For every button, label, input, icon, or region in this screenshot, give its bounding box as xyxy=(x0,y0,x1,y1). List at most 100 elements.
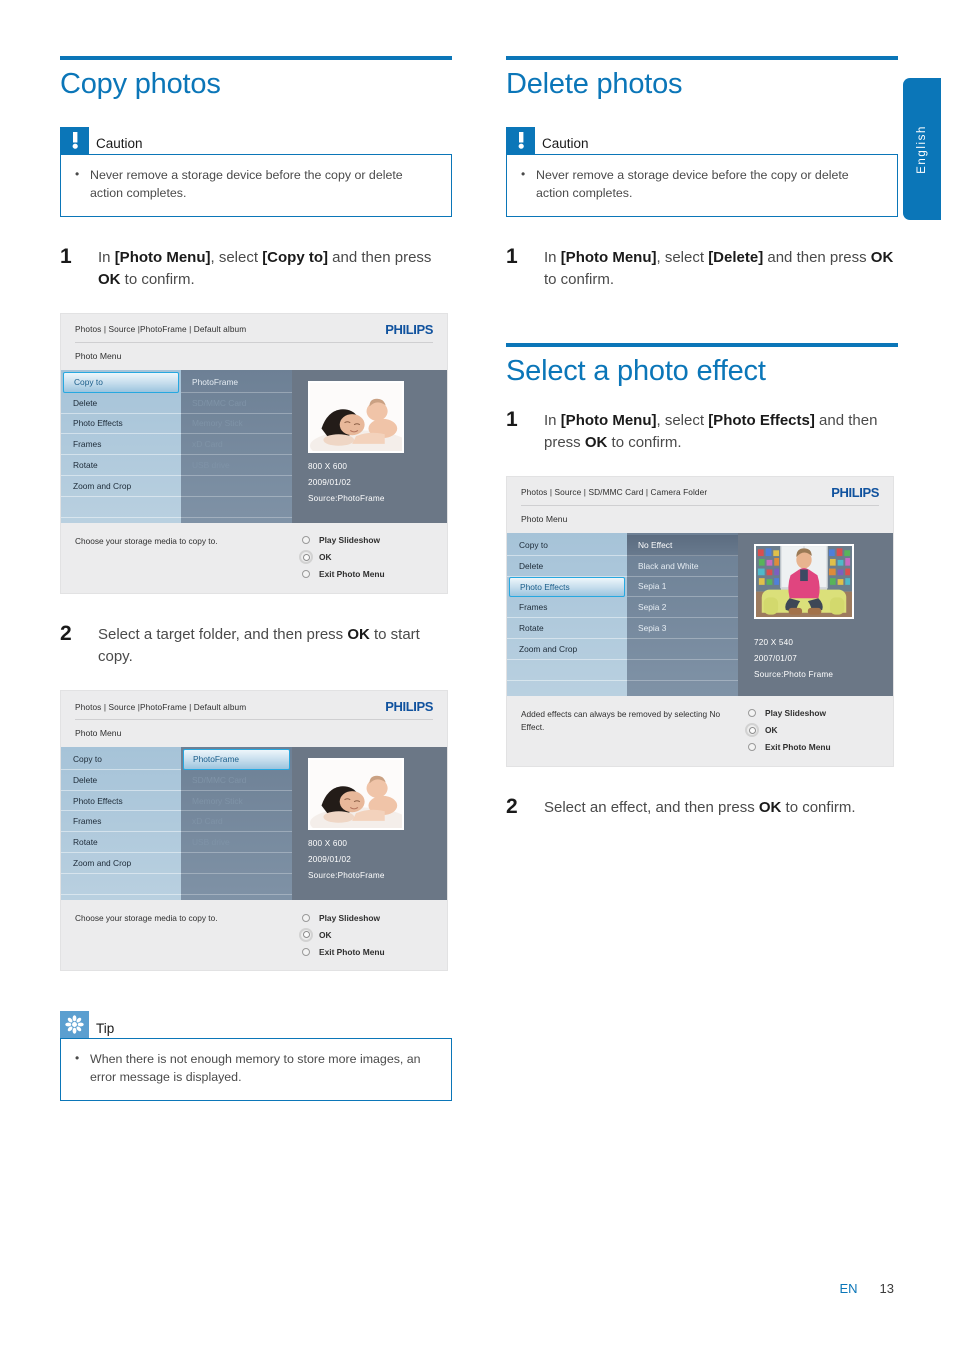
target-item-photoframe[interactable]: PhotoFrame xyxy=(183,749,290,770)
step-text-part: In xyxy=(544,248,561,266)
step-text-part: Select a target folder, and then press xyxy=(98,625,348,643)
step-text-part: [Copy to] xyxy=(262,248,329,266)
action-ok[interactable]: OK xyxy=(299,549,435,566)
target-item-empty xyxy=(181,874,292,895)
action-ok[interactable]: OK xyxy=(299,926,435,943)
page-title-delete-photos: Delete photos xyxy=(506,68,683,100)
step-text-part: OK xyxy=(758,798,782,816)
target-item-memory-stick: Memory Stick xyxy=(181,414,292,435)
action-label: Play Slideshow xyxy=(319,535,380,546)
philips-logo: PHILIPS xyxy=(831,484,879,500)
exclamation-icon xyxy=(506,126,535,154)
tip-note-header: Tip xyxy=(60,1011,452,1039)
effects-pane: No Effect Black and White Sepia 1 Sepia … xyxy=(627,532,738,696)
step-text-part: [Photo Menu] xyxy=(560,411,657,429)
radio-selected-icon[interactable] xyxy=(299,550,313,565)
radio-icon[interactable] xyxy=(302,536,310,545)
action-ok[interactable]: OK xyxy=(745,722,881,739)
action-exit-photo-menu[interactable]: Exit Photo Menu xyxy=(299,566,435,583)
step-text-part: OK xyxy=(347,625,370,643)
menu-item-frames[interactable]: Frames xyxy=(61,811,181,833)
philips-logo: PHILIPS xyxy=(385,699,433,715)
caution-body: Never remove a storage device before the… xyxy=(506,153,898,217)
menu-item-delete[interactable]: Delete xyxy=(61,770,181,791)
action-exit-photo-menu[interactable]: Exit Photo Menu xyxy=(745,739,881,756)
caution-item: Never remove a storage device before the… xyxy=(519,166,883,203)
step-text-part: [Photo Menu] xyxy=(114,248,211,266)
effect-item-black-and-white[interactable]: Black and White xyxy=(627,556,738,577)
page-title-select-photo-effect: Select a photo effect xyxy=(506,354,766,387)
target-pane: PhotoFrame SD/MMC Card Memory Stick xD C… xyxy=(181,747,292,901)
screenshot-breadcrumb-bar: Photos | Source |PhotoFrame | Default al… xyxy=(61,314,447,342)
action-label: Play Slideshow xyxy=(765,708,826,719)
step-text-part: , select xyxy=(210,248,263,266)
menu-item-rotate[interactable]: Rotate xyxy=(61,832,181,854)
menu-item-copy-to[interactable]: Copy to xyxy=(61,749,181,770)
menu-item-copy-to[interactable]: Copy to xyxy=(63,371,179,393)
menu-item-copy-to[interactable]: Copy to xyxy=(507,535,627,556)
step-text-part: OK xyxy=(584,433,608,451)
screenshot-body: Copy to Delete Photo Effects Frames Rota… xyxy=(61,747,447,901)
tip-label: Tip xyxy=(96,1020,115,1036)
page-footer: EN 13 xyxy=(0,1280,954,1298)
radio-icon[interactable] xyxy=(302,570,310,579)
menu-item-zoom-crop[interactable]: Zoom and Crop xyxy=(507,639,627,660)
menu-item-zoom-crop[interactable]: Zoom and Crop xyxy=(61,853,181,874)
preview-pane: 720 X 540 2007/01/07 Source:Photo Frame xyxy=(738,532,893,696)
menu-item-empty xyxy=(61,874,181,895)
screenshot-footer: Choose your storage media to copy to. Pl… xyxy=(61,523,447,593)
screenshot-breadcrumb-bar: Photos | Source |PhotoFrame | Default al… xyxy=(61,691,447,719)
step-2-copy: 2 Select a target folder, and then press… xyxy=(60,622,452,668)
preview-pane: 800 X 600 2009/01/02 Source:PhotoFrame xyxy=(292,369,447,523)
step-text-part: [Photo Menu] xyxy=(560,248,657,266)
radio-icon[interactable] xyxy=(302,947,310,956)
caution-label: Caution xyxy=(96,136,143,152)
caution-item: Never remove a storage device before the… xyxy=(73,166,437,203)
action-label: Play Slideshow xyxy=(319,912,380,923)
radio-icon[interactable] xyxy=(302,913,310,922)
action-play-slideshow[interactable]: Play Slideshow xyxy=(745,705,881,722)
action-play-slideshow[interactable]: Play Slideshow xyxy=(299,909,435,926)
action-exit-photo-menu[interactable]: Exit Photo Menu xyxy=(299,943,435,960)
footer-language-code: EN xyxy=(839,1281,858,1296)
menu-item-delete[interactable]: Delete xyxy=(61,393,181,414)
screenshot-photo-effects: Photos | Source | SD/MMC Card | Camera F… xyxy=(506,475,894,767)
step-text-part: [Delete] xyxy=(708,248,764,266)
photo-thumbnail-mother-baby xyxy=(308,758,404,831)
action-play-slideshow[interactable]: Play Slideshow xyxy=(299,532,435,549)
target-item-photoframe[interactable]: PhotoFrame xyxy=(181,372,292,393)
step-text-part: OK xyxy=(98,270,121,288)
step-text-part: In xyxy=(98,248,115,266)
effect-item-sepia-3[interactable]: Sepia 3 xyxy=(627,618,738,639)
photo-thumbnail-man-on-sofa xyxy=(754,543,854,619)
target-item-memory-stick: Memory Stick xyxy=(181,791,292,812)
menu-item-photo-effects[interactable]: Photo Effects xyxy=(61,414,181,435)
menu-item-rotate[interactable]: Rotate xyxy=(61,455,181,476)
photo-thumbnail-mother-baby xyxy=(308,380,404,453)
page-title-copy-photos: Copy photos xyxy=(60,68,221,100)
target-item-empty xyxy=(181,497,292,518)
preview-pane: 800 X 600 2009/01/02 Source:PhotoFrame xyxy=(292,747,447,901)
menu-item-frames[interactable]: Frames xyxy=(61,434,181,456)
menu-item-empty xyxy=(507,660,627,681)
effect-item-sepia-1[interactable]: Sepia 1 xyxy=(627,577,738,598)
menu-item-photo-effects[interactable]: Photo Effects xyxy=(61,791,181,812)
language-tab-label: English xyxy=(916,124,928,174)
menu-item-frames[interactable]: Frames xyxy=(507,597,627,619)
radio-selected-icon[interactable] xyxy=(299,927,313,942)
effect-item-sepia-2[interactable]: Sepia 2 xyxy=(627,597,738,619)
step-text: In [Photo Menu], select [Delete] and the… xyxy=(544,245,898,291)
menu-item-zoom-crop[interactable]: Zoom and Crop xyxy=(61,476,181,497)
radio-icon[interactable] xyxy=(748,743,756,752)
effect-item-no-effect[interactable]: No Effect xyxy=(627,534,738,556)
menu-item-delete[interactable]: Delete xyxy=(507,556,627,577)
section-rule xyxy=(506,56,898,60)
section-rule xyxy=(506,342,898,347)
radio-icon[interactable] xyxy=(748,709,756,718)
action-label: OK xyxy=(319,552,332,563)
menu-item-photo-effects[interactable]: Photo Effects xyxy=(509,576,625,598)
screenshot-hint: Added effects can always be removed by s… xyxy=(521,708,721,733)
menu-item-rotate[interactable]: Rotate xyxy=(507,618,627,639)
footer-page-number: 13 xyxy=(879,1281,894,1296)
radio-selected-icon[interactable] xyxy=(745,723,759,738)
